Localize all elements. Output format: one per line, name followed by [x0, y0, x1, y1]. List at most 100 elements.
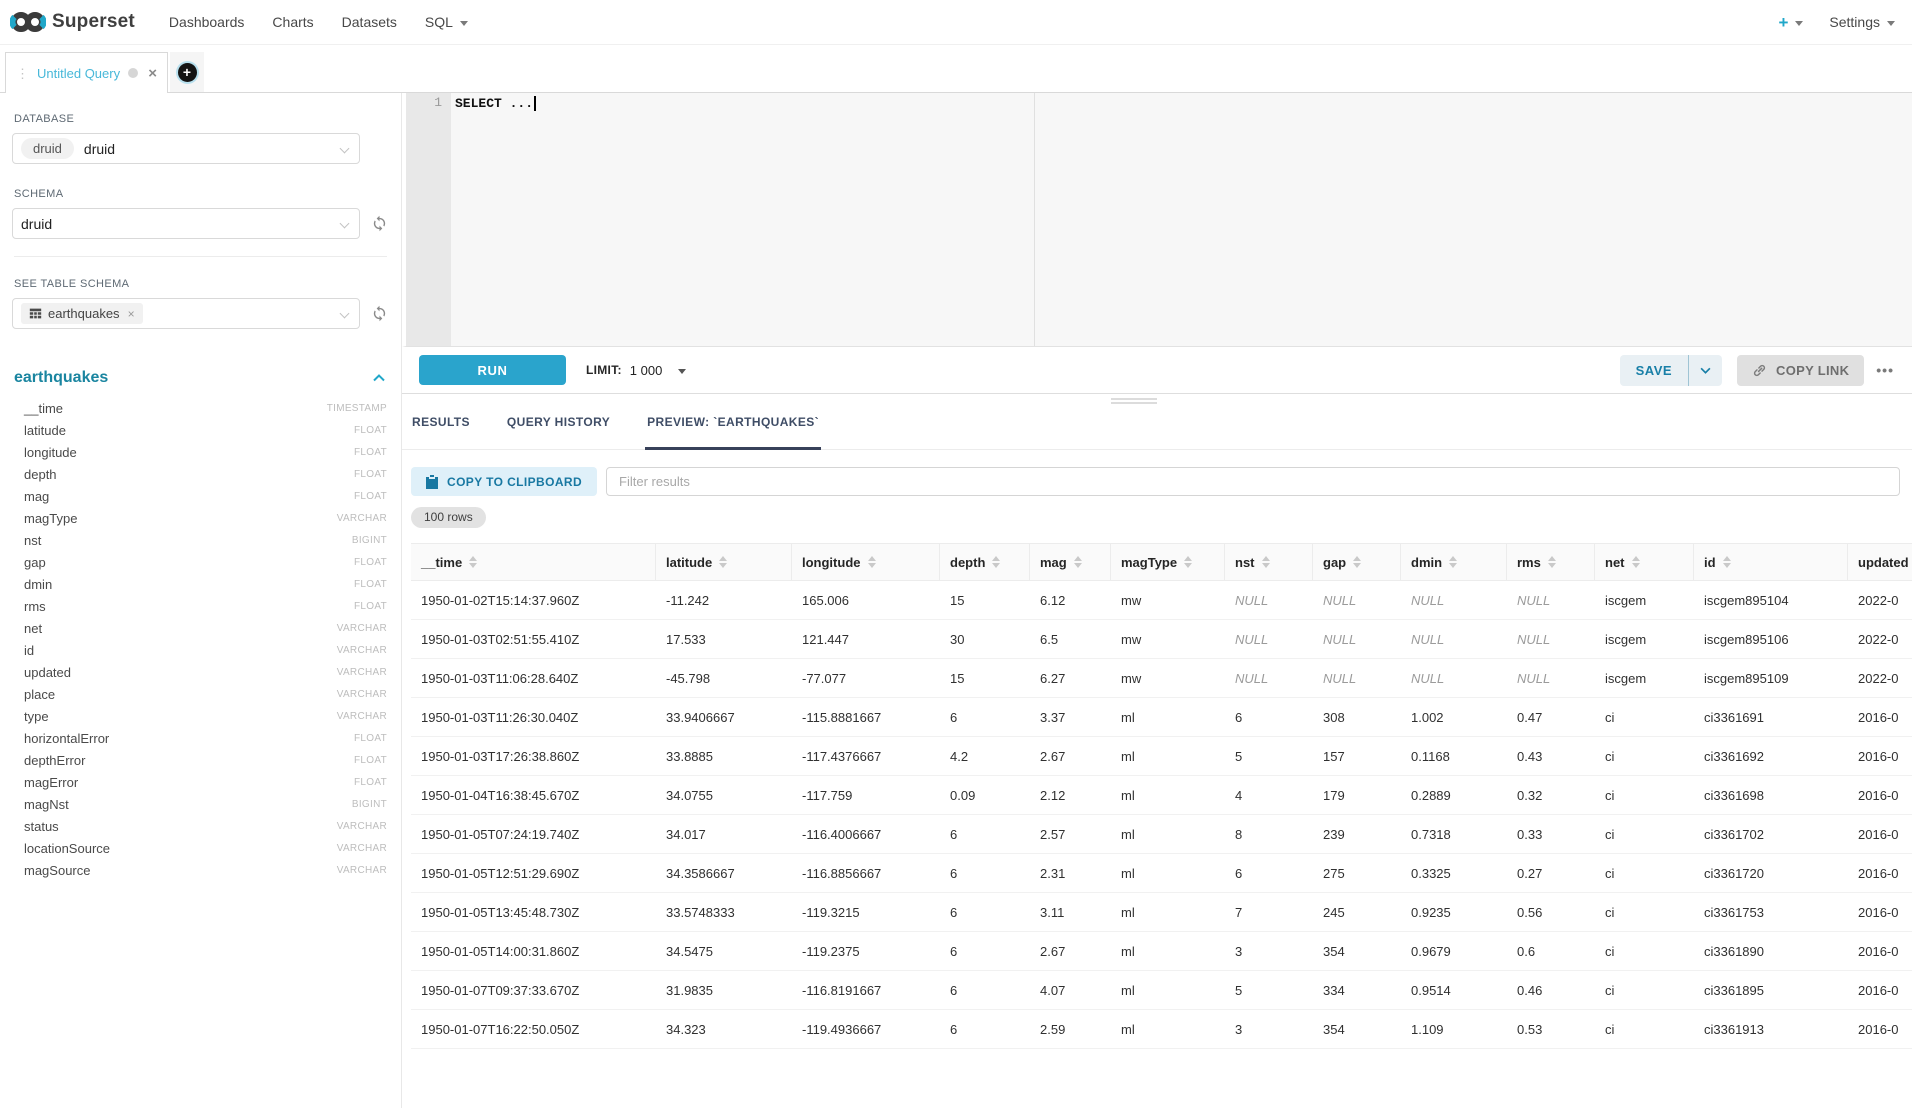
- sort-icon[interactable]: [1184, 556, 1192, 568]
- table-cell: 1950-01-05T14:00:31.860Z: [411, 944, 656, 959]
- refresh-tables-button[interactable]: [370, 302, 389, 326]
- sort-icon[interactable]: [1353, 556, 1361, 568]
- table-cell: 33.5748333: [656, 905, 792, 920]
- schema-column-type: VARCHAR: [337, 645, 387, 656]
- pane-resize-handle[interactable]: [1111, 398, 1157, 406]
- column-header-mag[interactable]: mag: [1030, 544, 1111, 580]
- new-query-tab-button[interactable]: +: [170, 52, 204, 93]
- chevron-up-icon[interactable]: [373, 374, 385, 382]
- column-header-gap[interactable]: gap: [1313, 544, 1401, 580]
- column-header-net[interactable]: net: [1595, 544, 1694, 580]
- schema-column-row: magErrorFLOAT: [12, 771, 389, 793]
- copy-link-button[interactable]: COPY LINK: [1737, 355, 1864, 386]
- table-cell: mw: [1111, 593, 1225, 608]
- run-button[interactable]: RUN: [419, 355, 566, 385]
- schema-column-row: magTypeVARCHAR: [12, 507, 389, 529]
- copy-to-clipboard-button[interactable]: COPY TO CLIPBOARD: [411, 467, 597, 496]
- table-icon: [29, 307, 42, 320]
- sort-icon[interactable]: [1262, 556, 1270, 568]
- drag-handle-icon[interactable]: ⋮: [16, 67, 29, 80]
- table-cell: 0.7318: [1401, 827, 1507, 842]
- nav-item-charts[interactable]: Charts: [272, 14, 313, 30]
- sort-icon[interactable]: [1074, 556, 1082, 568]
- table-cell: ml: [1111, 1022, 1225, 1037]
- table-cell: 1950-01-03T11:26:30.040Z: [411, 710, 656, 725]
- table-cell: 0.53: [1507, 1022, 1595, 1037]
- nav-item-dashboards[interactable]: Dashboards: [169, 14, 245, 30]
- sort-icon[interactable]: [868, 556, 876, 568]
- save-button[interactable]: SAVE: [1620, 355, 1688, 386]
- table-cell: 34.323: [656, 1022, 792, 1037]
- selected-table-tag: earthquakes ×: [21, 303, 143, 324]
- table-cell: ml: [1111, 866, 1225, 881]
- nav-item-sql[interactable]: SQL: [425, 14, 468, 30]
- table-cell: ml: [1111, 749, 1225, 764]
- table-cell: 179: [1313, 788, 1401, 803]
- table-cell: 7: [1225, 905, 1313, 920]
- schema-column-name: __time: [24, 401, 63, 416]
- query-tab[interactable]: ⋮ Untitled Query 1 ×: [5, 52, 168, 93]
- sort-icon[interactable]: [469, 556, 477, 568]
- results-tabs: RESULTS QUERY HISTORY PREVIEW: `EARTHQUAKE…: [402, 394, 1912, 450]
- save-options-button[interactable]: [1689, 355, 1722, 386]
- table-row: 1950-01-03T11:06:28.640Z-45.798-77.07715…: [411, 659, 1912, 698]
- table-cell: 2022-0: [1848, 671, 1912, 686]
- column-header-rms[interactable]: rms: [1507, 544, 1595, 580]
- sort-icon[interactable]: [1723, 556, 1731, 568]
- sort-icon[interactable]: [1548, 556, 1556, 568]
- sql-editor[interactable]: 1 SELECT ...: [402, 93, 1912, 347]
- column-header-updated[interactable]: updated: [1848, 544, 1912, 580]
- more-options-button[interactable]: •••: [1876, 362, 1894, 378]
- table-cell: 6: [940, 866, 1030, 881]
- sort-icon[interactable]: [1632, 556, 1640, 568]
- main-nav: Dashboards Charts Datasets SQL: [155, 14, 482, 30]
- table-cell: 2016-0: [1848, 905, 1912, 920]
- table-row: 1950-01-03T02:51:55.410Z17.533121.447306…: [411, 620, 1912, 659]
- table-cell: 6: [940, 905, 1030, 920]
- table-cell: -119.2375: [792, 944, 940, 959]
- column-header-longitude[interactable]: longitude: [792, 544, 940, 580]
- table-cell: 34.5475: [656, 944, 792, 959]
- sort-icon[interactable]: [719, 556, 727, 568]
- refresh-schemas-button[interactable]: [370, 212, 389, 236]
- database-select[interactable]: druid druid: [12, 133, 360, 164]
- settings-menu[interactable]: Settings: [1829, 14, 1895, 30]
- table-cell: 354: [1313, 944, 1401, 959]
- column-header-nst[interactable]: nst: [1225, 544, 1313, 580]
- table-cell: 6.12: [1030, 593, 1111, 608]
- column-header-depth[interactable]: depth: [940, 544, 1030, 580]
- tab-results[interactable]: RESULTS: [410, 394, 472, 449]
- table-cell: 2022-0: [1848, 593, 1912, 608]
- column-header-magType[interactable]: magType: [1111, 544, 1225, 580]
- schema-column-type: BIGINT: [352, 799, 387, 810]
- tab-preview-earthquakes[interactable]: PREVIEW: `EARTHQUAKES`: [645, 394, 821, 449]
- superset-logo[interactable]: Superset: [10, 9, 155, 35]
- nav-item-datasets[interactable]: Datasets: [342, 14, 397, 30]
- column-header-dmin[interactable]: dmin: [1401, 544, 1507, 580]
- column-header-label: updated: [1858, 555, 1909, 570]
- filter-results-input[interactable]: [606, 467, 1900, 496]
- table-schema-header[interactable]: earthquakes: [14, 369, 385, 387]
- table-select[interactable]: earthquakes ×: [12, 298, 360, 329]
- schema-column-row: typeVARCHAR: [12, 705, 389, 727]
- column-header-latitude[interactable]: latitude: [656, 544, 792, 580]
- tab-query-history[interactable]: QUERY HISTORY: [505, 394, 612, 449]
- table-cell: 6: [1225, 866, 1313, 881]
- sort-icon[interactable]: [992, 556, 1000, 568]
- schema-select[interactable]: druid: [12, 208, 360, 239]
- table-cell: mw: [1111, 632, 1225, 647]
- table-cell: -115.8881667: [792, 710, 940, 725]
- table-cell: 1950-01-07T09:37:33.670Z: [411, 983, 656, 998]
- remove-table-icon[interactable]: ×: [128, 307, 135, 321]
- limit-dropdown[interactable]: LIMIT: 1 000: [586, 363, 686, 378]
- column-header-label: rms: [1517, 555, 1541, 570]
- new-item-menu[interactable]: +: [1778, 14, 1803, 31]
- sort-icon[interactable]: [1449, 556, 1457, 568]
- table-cell: 334: [1313, 983, 1401, 998]
- column-header-time[interactable]: __time: [411, 544, 656, 580]
- table-cell: 0.6: [1507, 944, 1595, 959]
- close-icon[interactable]: ×: [148, 66, 157, 81]
- table-cell: 8: [1225, 827, 1313, 842]
- schema-column-row: depthErrorFLOAT: [12, 749, 389, 771]
- column-header-id[interactable]: id: [1694, 544, 1848, 580]
